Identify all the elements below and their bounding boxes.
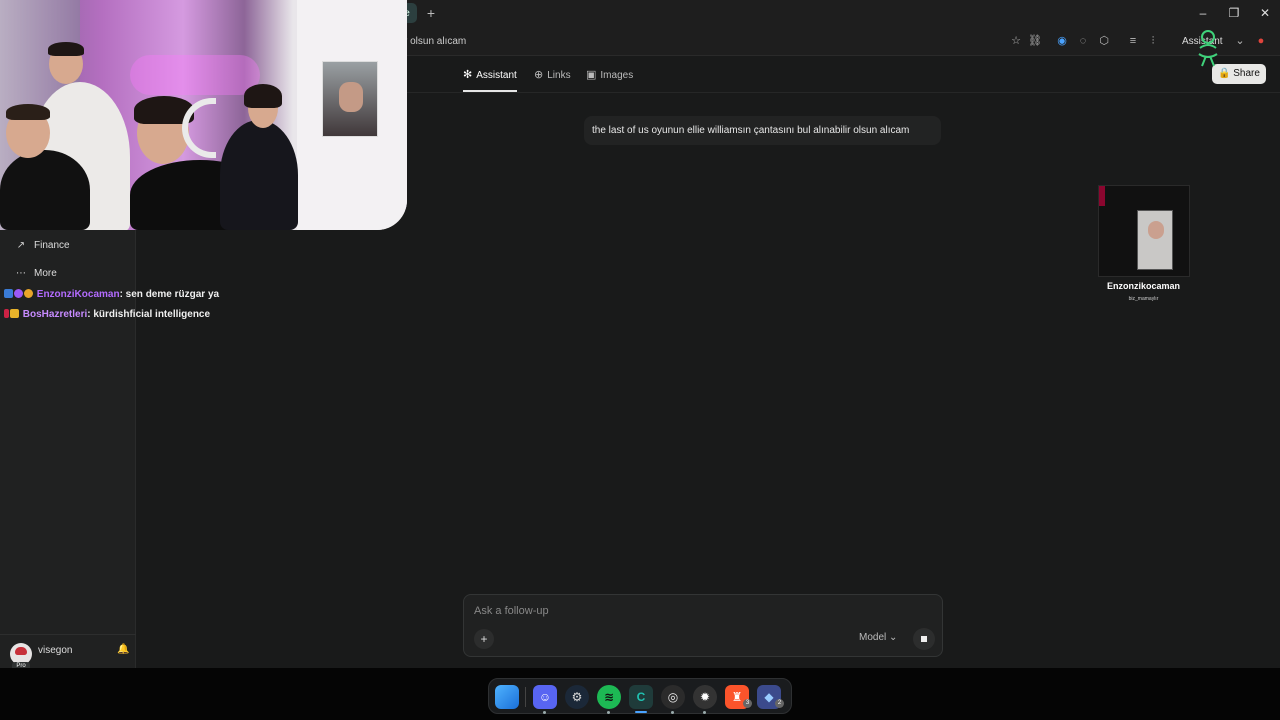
stop-icon (921, 636, 927, 642)
chat-badge-icon (4, 309, 9, 318)
tab-label: Links (547, 70, 571, 81)
close-window-button[interactable]: ✕ (1257, 5, 1273, 21)
tab-label: Assistant (476, 70, 517, 81)
stop-button[interactable] (913, 628, 935, 650)
user-account-row[interactable]: Pro visegon 🔔 (0, 634, 136, 671)
user-query-bubble: the last of us oyunun ellie williamsın ç… (584, 116, 941, 145)
follow-alert-name: Enzonzikocaman (1106, 281, 1180, 291)
sidebar-item-finance[interactable]: ↗ Finance (14, 236, 70, 256)
wall-poster (322, 61, 378, 137)
sidebar-item-label: Finance (34, 240, 70, 251)
tab-images[interactable]: ▣ Images (586, 64, 633, 92)
globe-icon: ⊕ (534, 69, 544, 81)
follow-alert-sub: biz_mamaylır (1128, 296, 1159, 302)
crown-icon (10, 309, 19, 318)
attach-button[interactable]: + (474, 629, 494, 649)
bell-icon[interactable]: 🔔 (117, 644, 129, 655)
dock: ☺ ⚙ ≋ C ◎ ✹ ♜ 3 ◆ 2 (488, 678, 792, 714)
tab-assistant[interactable]: ✻ Assistant (463, 64, 517, 92)
brave-window-count: 3 (743, 699, 752, 708)
chat-text: : kürdishficial intelligence (87, 309, 211, 320)
profile-icon[interactable]: ● (1254, 34, 1268, 48)
chat-badge-icon (24, 289, 33, 298)
steam-icon[interactable]: ⚙ (565, 685, 589, 709)
assistant-icon: ✻ (463, 69, 473, 81)
extension-circle-icon[interactable]: ◌ (1076, 34, 1090, 48)
discord-icon[interactable]: ☺ (533, 685, 557, 709)
bookmark-star-icon[interactable]: ☆ (1009, 34, 1023, 48)
username: visegon (38, 645, 73, 656)
obs-icon[interactable]: ◎ (661, 685, 685, 709)
chat-badge-icon (14, 289, 23, 298)
composer: + Model ⌄ (463, 594, 943, 657)
tab-links[interactable]: ⊕ Links (534, 64, 571, 92)
chat-text: : sen deme rüzgar ya (119, 289, 220, 300)
tab-label: Images (600, 70, 634, 81)
image-icon: ▣ (586, 69, 597, 81)
spotify-icon[interactable]: ≋ (597, 685, 621, 709)
sidebar-item-more[interactable]: ⋯ More (14, 264, 57, 284)
restore-button[interactable]: ❐ (1226, 5, 1242, 21)
link-icon[interactable]: ⛓ (1028, 34, 1042, 48)
model-label: Model (859, 632, 887, 643)
chat-badge-icon (4, 289, 13, 298)
follow-up-input[interactable] (474, 605, 854, 617)
perplexity-icon[interactable]: C (629, 685, 653, 709)
launcher-window-count: 2 (775, 699, 784, 708)
chat-username: BosHazretleri (22, 309, 88, 320)
chevron-down-icon: ⌄ (889, 632, 898, 643)
address-bar[interactable]: r olsun alıcam (390, 31, 1000, 53)
chevron-down-icon[interactable]: ⌄ (1233, 34, 1247, 48)
extensions-puzzle-icon[interactable]: ⬡ (1097, 34, 1111, 48)
chat-message: BosHazretleri: kürdishficial intelligenc… (4, 308, 210, 322)
extension-wave-icon[interactable]: ◉ (1055, 34, 1069, 48)
lock-icon: 🔒 (1218, 68, 1231, 79)
chat-message: EnzonziKocaman: sen deme rüzgar ya (4, 288, 219, 302)
model-selector[interactable]: Model ⌄ (859, 632, 897, 643)
ellipsis-icon: ⋯ (16, 268, 26, 279)
minimize-button[interactable]: – (1195, 5, 1211, 21)
trending-up-icon: ↗ (16, 240, 26, 251)
audio-wave-icon[interactable]: ⫶ (1146, 34, 1160, 48)
share-label: Share (1233, 68, 1260, 79)
stream-mascot-icon (1198, 30, 1218, 67)
reading-list-icon[interactable]: ≡ (1126, 34, 1140, 48)
windows-start-icon[interactable] (495, 685, 519, 709)
new-tab-button[interactable]: + (424, 4, 438, 22)
chat-username: EnzonziKocaman (36, 289, 120, 300)
follow-alert-card (1098, 185, 1190, 277)
webcam-overlay (0, 0, 407, 230)
sidebar-item-label: More (34, 268, 57, 279)
steelseries-icon[interactable]: ✹ (693, 685, 717, 709)
